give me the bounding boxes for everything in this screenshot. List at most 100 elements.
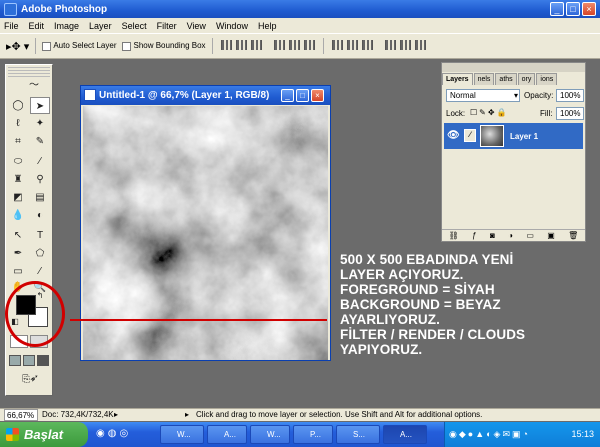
taskbar-item[interactable]: A... bbox=[207, 425, 247, 444]
photoshop-feather-icon[interactable]: 〜 bbox=[20, 77, 48, 94]
taskbar-item[interactable]: W... bbox=[250, 425, 290, 444]
history-brush-icon[interactable]: ⚲ bbox=[30, 171, 50, 188]
marquee-tool-icon[interactable]: ◯ bbox=[8, 97, 28, 114]
link-layers-icon[interactable]: ⛓ bbox=[449, 230, 459, 241]
new-layer-icon[interactable]: ▣ bbox=[547, 230, 555, 241]
align-hcenter-icon[interactable] bbox=[289, 40, 301, 50]
taskbar-item[interactable]: S... bbox=[336, 425, 380, 444]
doc-maximize-button[interactable]: □ bbox=[296, 89, 309, 102]
pen-tool-icon[interactable]: ✒ bbox=[8, 245, 28, 262]
tab-layers[interactable]: Layers bbox=[442, 73, 473, 85]
brush-tool-icon[interactable]: ∕ bbox=[30, 153, 50, 170]
layers-panel: Layers nels aths ory ions Normal ▾ Opaci… bbox=[441, 62, 586, 242]
new-group-icon[interactable]: ▭ bbox=[526, 230, 534, 241]
start-button[interactable]: Başlat bbox=[0, 422, 88, 447]
notes-tool-icon[interactable]: ▭ bbox=[8, 263, 28, 280]
layer-style-icon[interactable]: ƒ bbox=[472, 230, 476, 241]
tab-paths[interactable]: aths bbox=[495, 73, 517, 85]
options-bar: ▸✥ ▾ Auto Select Layer Show Bounding Box bbox=[0, 33, 600, 59]
move-tool-icon[interactable]: ➤ bbox=[30, 97, 50, 114]
type-tool-icon[interactable]: T bbox=[30, 227, 50, 244]
layer-row-layer-1[interactable]: 👁 ∕ Layer 1 bbox=[444, 123, 583, 149]
close-button[interactable]: × bbox=[582, 2, 596, 16]
clock[interactable]: 15:13 bbox=[571, 429, 594, 439]
show-bounding-box-checkbox[interactable]: Show Bounding Box bbox=[122, 41, 206, 51]
distribute-right-icon[interactable] bbox=[415, 40, 427, 50]
quick-launch-icons[interactable]: ◉◍◎ bbox=[96, 428, 131, 439]
clone-stamp-icon[interactable]: ♜ bbox=[8, 171, 28, 188]
layer-mask-icon[interactable]: ◙ bbox=[490, 230, 495, 241]
gradient-tool-icon[interactable]: ▤ bbox=[30, 189, 50, 206]
tray-icons[interactable]: ◉◆●▲◐◈✉▣◔ bbox=[449, 429, 530, 440]
eyedropper-icon[interactable]: ⁄ bbox=[30, 263, 50, 280]
doc-size[interactable]: Doc: 732,4K/732,4K bbox=[42, 409, 114, 421]
auto-select-checkbox[interactable]: Auto Select Layer bbox=[42, 41, 116, 51]
maximize-button[interactable]: □ bbox=[566, 2, 580, 16]
crop-tool-icon[interactable]: ⌗ bbox=[8, 133, 28, 150]
align-bottom-icon[interactable] bbox=[250, 40, 262, 50]
annotation-line: FİLTER / RENDER / CLOUDS bbox=[340, 327, 526, 342]
taskbar-item-label: W... bbox=[267, 430, 281, 439]
clouds-canvas[interactable] bbox=[83, 106, 328, 360]
distribute-hcenter-icon[interactable] bbox=[400, 40, 412, 50]
tab-history[interactable]: ory bbox=[517, 73, 536, 85]
menu-select[interactable]: Select bbox=[122, 21, 147, 31]
opacity-input[interactable]: 100% bbox=[556, 89, 584, 102]
distribute-top-icon[interactable] bbox=[332, 40, 344, 50]
brush-link-icon[interactable]: ∕ bbox=[464, 129, 476, 142]
blur-tool-icon[interactable]: 💧 bbox=[8, 207, 28, 224]
doc-size-menu-icon[interactable]: ▸ bbox=[114, 409, 118, 421]
healing-brush-icon[interactable]: ⬭ bbox=[8, 153, 28, 170]
screen-mode-full-icon[interactable] bbox=[37, 355, 49, 366]
taskbar-item[interactable]: P... bbox=[293, 425, 333, 444]
fill-input[interactable]: 100% bbox=[556, 107, 584, 120]
zoom-level[interactable]: 66,67% bbox=[4, 409, 38, 421]
align-top-icon[interactable] bbox=[220, 40, 232, 50]
annotation-line: LAYER AÇIYORUZ. bbox=[340, 267, 464, 282]
menu-help[interactable]: Help bbox=[258, 21, 277, 31]
align-left-icon[interactable] bbox=[274, 40, 286, 50]
menu-file[interactable]: File bbox=[4, 21, 19, 31]
path-selection-icon[interactable]: ↖ bbox=[8, 227, 28, 244]
taskbar-item-label: P... bbox=[310, 430, 321, 439]
tutorial-annotation: 500 X 500 EBADINDA YENİ LAYER AÇIYORUZ. … bbox=[340, 252, 600, 357]
minimize-button[interactable]: _ bbox=[550, 2, 564, 16]
menu-view[interactable]: View bbox=[187, 21, 206, 31]
slice-tool-icon[interactable]: ✎ bbox=[30, 133, 50, 150]
fill-value: 100% bbox=[560, 109, 581, 118]
tab-channels[interactable]: nels bbox=[473, 73, 495, 85]
align-vcenter-icon[interactable] bbox=[235, 40, 247, 50]
menu-layer[interactable]: Layer bbox=[89, 21, 112, 31]
move-tool-preset-icon[interactable]: ▸✥ ▾ bbox=[6, 40, 29, 53]
app-title: Adobe Photoshop bbox=[21, 3, 108, 15]
adjustment-layer-icon[interactable]: ◑ bbox=[508, 230, 513, 241]
lock-options-icons[interactable]: ☐✎✥🔒 bbox=[470, 108, 509, 117]
distribute-bottom-icon[interactable] bbox=[362, 40, 374, 50]
magic-wand-icon[interactable]: ✦ bbox=[30, 115, 50, 132]
delete-layer-icon[interactable]: 🗑 bbox=[568, 230, 578, 241]
blend-mode-select[interactable]: Normal ▾ bbox=[446, 89, 520, 102]
lasso-tool-icon[interactable]: ℓ bbox=[8, 115, 28, 132]
taskbar-item-active[interactable]: A... bbox=[383, 425, 427, 444]
eraser-tool-icon[interactable]: ◩ bbox=[8, 189, 28, 206]
taskbar-item[interactable]: W... bbox=[160, 425, 204, 444]
doc-close-button[interactable]: × bbox=[311, 89, 324, 102]
tab-actions[interactable]: ions bbox=[536, 73, 558, 85]
jump-to-imageready-icon[interactable]: ⎘➶ bbox=[10, 373, 50, 387]
menu-image[interactable]: Image bbox=[54, 21, 79, 31]
align-right-icon[interactable] bbox=[304, 40, 316, 50]
layers-panel-grip[interactable] bbox=[442, 63, 585, 72]
toolbox-grip[interactable] bbox=[8, 67, 50, 77]
document-icon bbox=[84, 89, 96, 101]
shape-tool-icon[interactable]: ⬠ bbox=[30, 245, 50, 262]
menu-window[interactable]: Window bbox=[216, 21, 248, 31]
screen-mode-menu-icon[interactable] bbox=[23, 355, 35, 366]
dodge-tool-icon[interactable]: ◐ bbox=[30, 207, 50, 224]
screen-mode-standard-icon[interactable] bbox=[9, 355, 21, 366]
doc-minimize-button[interactable]: _ bbox=[281, 89, 294, 102]
distribute-vcenter-icon[interactable] bbox=[347, 40, 359, 50]
eye-icon[interactable]: 👁 bbox=[447, 130, 460, 141]
menu-edit[interactable]: Edit bbox=[29, 21, 45, 31]
distribute-left-icon[interactable] bbox=[385, 40, 397, 50]
menu-filter[interactable]: Filter bbox=[157, 21, 177, 31]
